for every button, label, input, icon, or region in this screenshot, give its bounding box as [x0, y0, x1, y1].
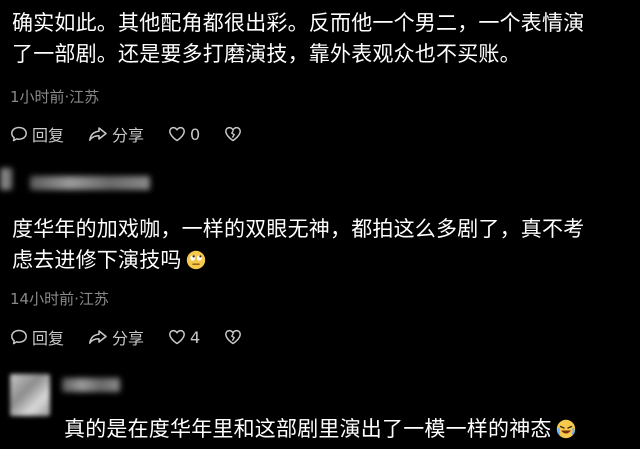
- comment-body-3: 真的是在度华年里和这部剧里演出了一模一样的神态: [64, 414, 634, 445]
- eye-roll-emoji: [186, 248, 206, 270]
- comment-meta-2: 14小时前·江苏: [10, 290, 109, 308]
- heart-icon: [168, 125, 186, 143]
- comment-line: 真的是在度华年里和这部剧里演出了一模一样的神态: [64, 417, 552, 441]
- comment-body-1: 确实如此。其他配角都很出彩。反而他一个男二，一个表情演 了一部剧。还是要多打磨演…: [12, 8, 624, 70]
- share-icon: [88, 328, 108, 346]
- blurred-avatar: [0, 168, 12, 190]
- share-icon: [88, 125, 108, 143]
- like-button[interactable]: 0: [168, 125, 200, 144]
- blurred-username: [30, 176, 150, 190]
- dislike-button[interactable]: [224, 125, 242, 143]
- share-button[interactable]: 分享: [88, 122, 144, 146]
- blurred-username: [62, 378, 120, 392]
- comment-line: 度华年的加戏咖，一样的双眼无神，都拍这么多剧了，真不考: [12, 217, 585, 241]
- share-label: 分享: [112, 329, 145, 348]
- share-label: 分享: [112, 126, 145, 145]
- comment-body-2: 度华年的加戏咖，一样的双眼无神，都拍这么多剧了，真不考 虑去进修下演技吗: [12, 214, 624, 276]
- comment-actions-2: 回复 分享 4: [10, 325, 266, 349]
- rolling-laughing-emoji: [556, 417, 576, 439]
- reply-icon: [10, 125, 28, 143]
- comment-line: 确实如此。其他配角都很出彩。反而他一个男二，一个表情演: [12, 11, 585, 35]
- reply-button[interactable]: 回复: [10, 122, 64, 146]
- broken-heart-icon: [224, 328, 242, 346]
- reply-label: 回复: [32, 126, 65, 145]
- share-button[interactable]: 分享: [88, 325, 144, 349]
- broken-heart-icon: [224, 125, 242, 143]
- reply-icon: [10, 328, 28, 346]
- reply-label: 回复: [32, 329, 65, 348]
- comment-actions-1: 回复 分享 0: [10, 122, 266, 146]
- comment-meta-1: 1小时前·江苏: [10, 88, 100, 106]
- heart-icon: [168, 328, 186, 346]
- like-button[interactable]: 4: [168, 328, 200, 347]
- like-count: 0: [190, 124, 201, 144]
- comment-line: 了一部剧。还是要多打磨演技，靠外表观众也不买账。: [12, 42, 521, 66]
- reply-button[interactable]: 回复: [10, 325, 64, 349]
- comment-feed: 确实如此。其他配角都很出彩。反而他一个男二，一个表情演 了一部剧。还是要多打磨演…: [0, 0, 640, 449]
- dislike-button[interactable]: [224, 328, 242, 346]
- like-count: 4: [190, 327, 201, 347]
- blurred-avatar: [10, 374, 50, 416]
- comment-line: 虑去进修下演技吗: [12, 248, 182, 272]
